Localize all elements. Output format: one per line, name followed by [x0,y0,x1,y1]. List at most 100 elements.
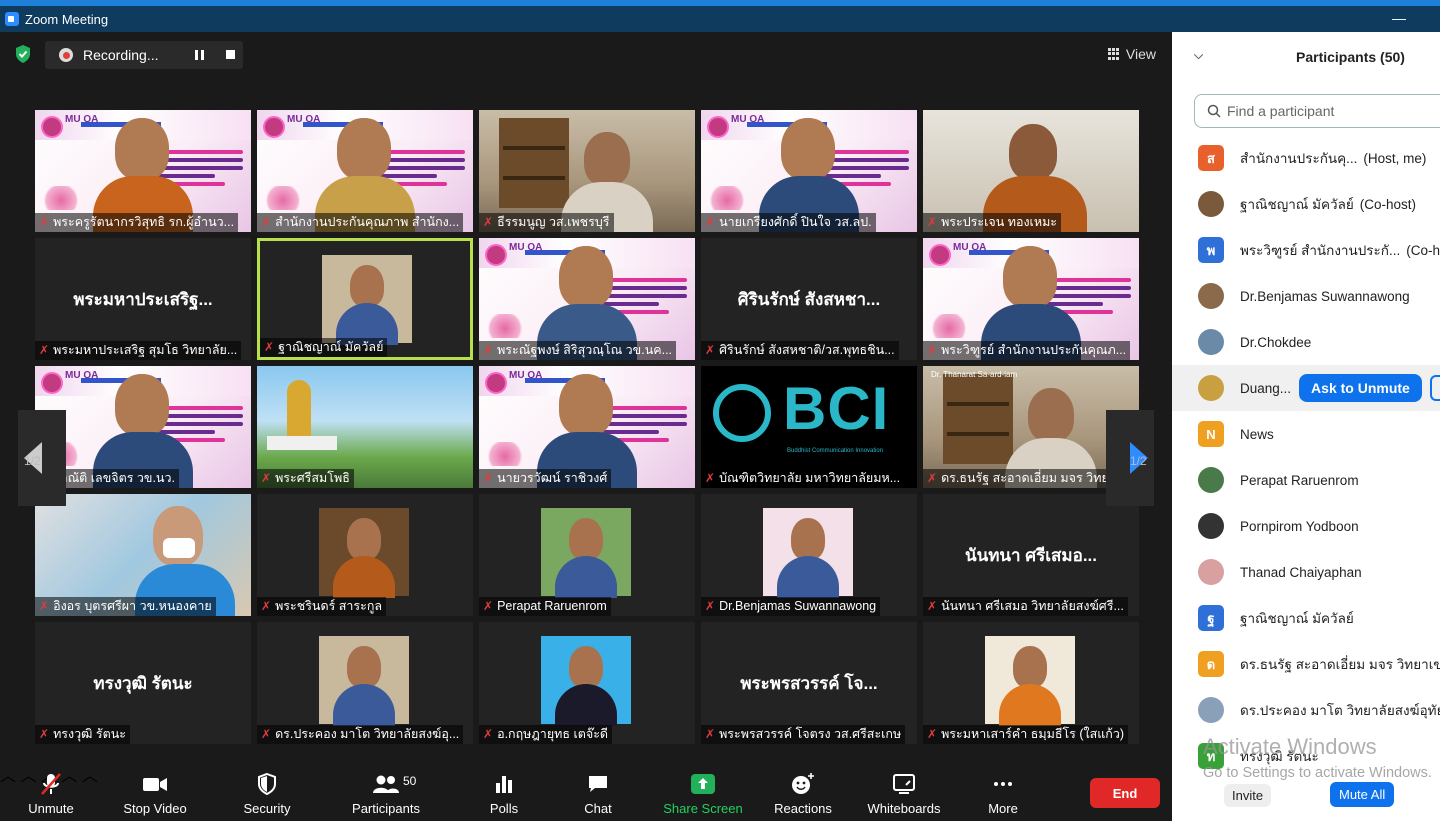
participant-name: บัณฑิตวิทยาลัย มหาวิทยาลัยมห... [719,471,901,485]
collapse-chevron-icon[interactable]: ⌵ [1194,48,1203,63]
pause-recording-icon[interactable] [195,50,205,60]
muted-mic-icon: ✗ [927,215,938,229]
participant-list-name: Duang... [1240,380,1292,396]
participant-row[interactable]: Duang... Ask to Unmute [1172,365,1440,411]
ask-to-unmute-button[interactable]: Ask to Unmute [1299,374,1422,402]
participant-video-tile[interactable]: ✗ พระศรีสมโพธิ [257,366,473,488]
stop-recording-icon[interactable] [226,50,235,59]
participants-button[interactable]: 50 Participants [346,762,426,821]
participant-video-tile[interactable]: MU QA ✗ นายเกรียงศักดิ์ ปินใจ วส.ลป. [701,110,917,232]
reactions-button[interactable]: Reactions [770,762,836,821]
muted-mic-icon: ✗ [39,727,50,741]
muted-mic-icon: ✗ [39,215,50,229]
participant-video-tile[interactable]: ✗ ดร.ประคอง มาโต วิทยาลัยสงฆ์อุ... [257,622,473,744]
participant-video-tile[interactable]: ศิรินรักษ์ สังสหชา... ✗ ศิรินรักษ์ สังสหชา… [701,238,917,360]
share-screen-icon [691,774,715,794]
participant-name-tag: ✗ พระครูรัตนากรวิสุทธิ รก.ผู้อำนว... [35,213,239,232]
minimize-icon[interactable]: — [1392,10,1406,26]
participant-video-tile[interactable]: ✗ อ.กฤษฎายุทธ เตจ๊ะดี [479,622,695,744]
participant-row[interactable]: Pornpirom Yodboon [1172,503,1440,549]
participant-video-tile[interactable]: ✗ Perapat Raruenrom [479,494,695,616]
security-button[interactable]: Security [236,762,298,821]
muted-mic-icon: ✗ [927,727,938,741]
stop-video-button[interactable]: Stop Video [118,762,192,821]
participant-name: พระมหาประเสริฐ สุมโธ วิทยาลัย... [53,343,238,357]
participant-more-button[interactable] [1429,375,1440,401]
participant-video-tile[interactable]: MU QA✗อาณัติ เลขจิตร วข.นว. [35,366,251,488]
title-bar: Zoom Meeting — [0,6,1440,32]
participant-search-input[interactable]: Find a participant [1194,94,1440,128]
participant-row[interactable]: พ พระวิฑูรย์ สำนักงานประกั... (Co-host) [1172,227,1440,273]
muted-mic-icon: ✗ [483,471,494,485]
participant-video-tile[interactable]: ✗ Dr.Benjamas Suwannawong [701,494,917,616]
participant-name: พระณัฐพงษ์ สิริสุวณฺโณ วข.นค... [497,343,673,357]
share-screen-button[interactable]: Share Screen [660,762,746,821]
participant-video-tile[interactable]: พระพรสวรรค์ โจ... ✗ พระพรสวรรค์ โจตรง วส.ศ… [701,622,917,744]
participant-row[interactable]: Perapat Raruenrom [1172,457,1440,503]
participant-row[interactable]: Dr.Chokdee [1172,319,1440,365]
participant-row[interactable]: ฐาณิชญาณ์ มัควัลย์ (Co-host) [1172,181,1440,227]
participant-row[interactable]: N News [1172,411,1440,457]
participant-video-tile[interactable]: ✗ อิงอร บุตรศรีผา วข.หนองคาย [35,494,251,616]
participant-list: ส สำนักงานประกันคุ... (Host, me) ฐาณิชญาณ์ … [1172,135,1440,779]
mute-all-button[interactable]: Mute All [1330,782,1395,807]
participant-video-tile[interactable]: พระมหาประเสริฐ... ✗ พระมหาประเสริฐ สุมโธ ว… [35,238,251,360]
participant-avatar [1198,283,1224,309]
end-meeting-button[interactable]: End [1090,778,1160,808]
participant-row[interactable]: ฐ ฐาณิชญาณ์ มัควัลย์ [1172,595,1440,641]
participant-name-tag: ✗ นายวรวัฒน์ ราชิวงศ์ [479,469,612,488]
polls-button[interactable]: Polls [474,762,534,821]
video-camera-icon [143,778,167,791]
stop-video-label: Stop Video [123,801,187,816]
muted-mic-icon: ✗ [261,727,272,741]
security-shield-icon[interactable] [14,44,32,64]
participant-video-tile[interactable]: ทรงวุฒิ รัตนะ ✗ ทรงวุฒิ รัตนะ [35,622,251,744]
participant-avatar [1198,329,1224,355]
video-overlay-text: Dr. Thanarat Sa-ard-iam [931,370,1018,379]
participant-video-tile[interactable]: MU QA ✗ พระณัฐพงษ์ สิริสุวณฺโณ วข.นค... [479,238,695,360]
participant-name-tag: ✗ ศิรินรักษ์ สังสหชาติ/วส.พุทธชิน... [701,341,899,360]
participant-video-tile[interactable]: ✗ พระประเจน ทองเหมะ [923,110,1139,232]
reactions-label: Reactions [774,801,832,816]
participant-video-tile[interactable]: BCI Buddhist Communication Innovation ✗ บัณ… [701,366,917,488]
participant-video-tile[interactable]: ✗ พระชรินดร์ สาระกูล [257,494,473,616]
profile-picture [319,636,409,726]
participant-list-name: Thanad Chaiyaphan [1240,564,1362,580]
participant-row[interactable]: Dr.Benjamas Suwannawong [1172,273,1440,319]
audio-options-caret-icon[interactable]: ︿ [0,768,16,785]
participant-name: พระวิฑูรย์ สำนักงานประกันคุณภ... [941,343,1127,357]
participant-display-name: ศิรินรักษ์ สังสหชา... [737,290,881,309]
share-options-caret-icon[interactable]: ︿ [82,768,98,785]
participant-video-tile[interactable]: MU QA ✗ นายวรวัฒน์ ราชิวงศ์ [479,366,695,488]
chat-label: Chat [584,801,612,816]
view-button[interactable]: View [1107,46,1156,62]
whiteboards-button[interactable]: Whiteboards [862,762,946,821]
participant-name: อ.กฤษฎายุทธ เตจ๊ะดี [497,727,609,741]
participant-video-tile[interactable]: MU QA ✗ พระวิฑูรย์ สำนักงานประกันคุณภ... [923,238,1139,360]
participant-row[interactable]: Thanad Chaiyaphan [1172,549,1440,595]
participant-video-tile[interactable]: ✗ พระมหาเสาร์คำ ธมฺมธีโร (ใสแก้ว) [923,622,1139,744]
participant-name: อาณัติ เลขจิตร วข.นว. [53,471,175,485]
unmute-button[interactable]: Unmute [20,762,82,821]
participant-video-tile[interactable]: ✗ ฐาณิชญาณ์ มัควัลย์ [257,238,473,360]
participant-role: (Co-host) [1359,196,1417,212]
participant-display-name: พระพรสวรรค์ โจ... [740,674,878,693]
participant-avatar [1198,513,1224,539]
participant-avatar [1198,191,1224,217]
participant-display-name: ทรงวุฒิ รัตนะ [93,674,193,693]
participant-row[interactable]: ดร.ประคอง มาโต วิทยาลัยสงฆ์อุทัยธ [1172,687,1440,733]
activate-windows-watermark: Activate Windows [1203,734,1377,759]
participant-video-tile[interactable]: นันทนา ศรีเสมอ... ✗ นันทนา ศรีเสมอ วิทยาลั… [923,494,1139,616]
participants-count: 50 [403,774,417,788]
more-button[interactable]: More [976,762,1030,821]
participant-video-tile[interactable]: MU QA ✗ สำนักงานประกันคุณภาพ สำนักง... [257,110,473,232]
participant-name: พระครูรัตนากรวิสุทธิ รก.ผู้อำนว... [53,215,235,229]
participant-video-tile[interactable]: ✗ ธีรรมนูญ วส.เพชรบุรี [479,110,695,232]
participant-row[interactable]: ส สำนักงานประกันคุ... (Host, me) [1172,135,1440,181]
invite-button[interactable]: Invite [1224,784,1272,807]
muted-mic-icon: ✗ [261,215,272,229]
chat-button[interactable]: Chat [570,762,626,821]
participant-row[interactable]: ด ดร.ธนรัฐ สะอาดเอี่ยม มจร วิทยาเขต [1172,641,1440,687]
participant-video-tile[interactable]: MU QA ✗ พระครูรัตนากรวิสุทธิ รก.ผู้อำนว... [35,110,251,232]
participant-list-name: พระวิฑูรย์ สำนักงานประกั... [1240,243,1401,258]
